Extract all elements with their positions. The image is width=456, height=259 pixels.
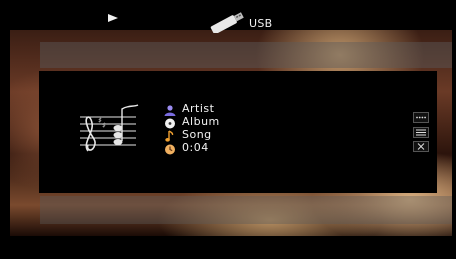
usb-stick-icon — [210, 12, 244, 33]
status-bar: USB — [0, 0, 456, 33]
note-icon — [163, 128, 177, 142]
album-icon — [163, 115, 177, 129]
artist-row: Artist — [163, 102, 220, 116]
source-label: USB — [249, 17, 273, 30]
time-row: 0:04 — [163, 141, 220, 155]
song-row: Song — [163, 128, 220, 142]
album-label: Album — [182, 115, 220, 128]
track-info: Artist Album Song 0:04 — [163, 102, 220, 155]
song-label: Song — [182, 128, 212, 141]
more-options-icon[interactable] — [413, 112, 429, 123]
background-band-bottom — [40, 196, 452, 224]
clock-icon — [163, 141, 177, 155]
artist-icon — [163, 102, 177, 116]
album-row: Album — [163, 115, 220, 129]
play-icon — [108, 14, 118, 22]
elapsed-time: 0:04 — [182, 141, 209, 154]
list-icon[interactable] — [413, 127, 429, 138]
svg-text:♯: ♯ — [102, 121, 106, 130]
bottom-strip — [0, 236, 456, 259]
artist-label: Artist — [182, 102, 215, 115]
now-playing-panel: ♯ ♯ Artist Album Song 0:04 — [39, 71, 437, 193]
close-icon[interactable] — [413, 141, 429, 152]
music-notation-icon: ♯ ♯ — [80, 104, 139, 152]
background-band-top — [40, 42, 452, 68]
